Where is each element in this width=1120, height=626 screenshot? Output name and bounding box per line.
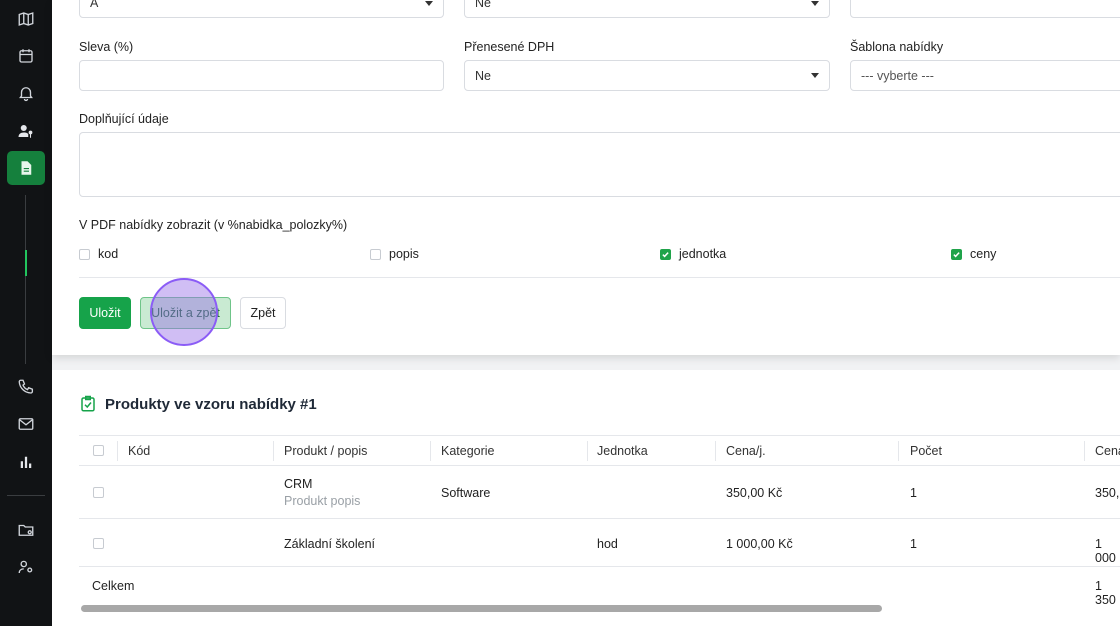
discount-label: Sleva (%) bbox=[79, 40, 134, 54]
checkbox-label: jednotka bbox=[679, 247, 727, 261]
select-row0-col1-value: A bbox=[90, 0, 99, 10]
column-header-product[interactable]: Produkt / popis bbox=[284, 444, 367, 458]
bell-icon[interactable] bbox=[7, 76, 45, 110]
products-title: Produkty ve vzoru nabídky #1 bbox=[105, 396, 317, 413]
pdf-show-label: V PDF nabídky zobrazit (v %nabidka_poloz… bbox=[79, 218, 348, 232]
total-value: 1 350 bbox=[1095, 579, 1116, 607]
folder-icon[interactable] bbox=[7, 513, 45, 547]
row-unit-price: 350,00 Kč bbox=[726, 486, 783, 500]
column-header-qty[interactable]: Počet bbox=[910, 444, 942, 458]
phone-icon[interactable] bbox=[7, 370, 45, 404]
column-header-price[interactable]: Cena bbox=[1095, 444, 1120, 458]
checkbox-box[interactable] bbox=[370, 248, 381, 260]
vat-label: Přenesené DPH bbox=[464, 40, 555, 54]
column-header-unit[interactable]: Jednotka bbox=[597, 444, 648, 458]
column-header-unit-price[interactable]: Cena/j. bbox=[726, 444, 766, 458]
checkbox-ceny[interactable]: ceny bbox=[951, 247, 996, 261]
chevron-down-icon bbox=[425, 1, 433, 6]
extra-label: Doplňující údaje bbox=[79, 112, 169, 126]
checkbox-kod[interactable]: kod bbox=[79, 247, 118, 261]
extra-textarea[interactable] bbox=[79, 132, 1120, 197]
row-unit-price: 1 000,00 Kč bbox=[726, 537, 793, 551]
row-category: Software bbox=[441, 486, 491, 500]
vat-select-value: Ne bbox=[475, 68, 491, 83]
checkbox-popis[interactable]: popis bbox=[370, 247, 419, 261]
checkbox-label: popis bbox=[389, 247, 419, 261]
checkbox-label: ceny bbox=[970, 247, 997, 261]
map-icon[interactable] bbox=[7, 2, 45, 36]
row-unit: hod bbox=[597, 537, 618, 551]
select-row0-col2-value: Ne bbox=[475, 0, 491, 10]
template-select[interactable]: --- vyberte --- bbox=[850, 60, 1120, 91]
select-row0-col2[interactable]: Ne bbox=[464, 0, 830, 18]
form-divider bbox=[79, 277, 1120, 278]
clipboard-check-icon bbox=[79, 395, 97, 413]
row-description: Produkt popis bbox=[284, 494, 361, 508]
row-product: CRM bbox=[284, 477, 313, 491]
sidebar bbox=[0, 0, 52, 626]
input-row0-col3[interactable] bbox=[850, 0, 1120, 18]
mail-icon[interactable] bbox=[7, 407, 45, 441]
checkbox-label: kod bbox=[98, 247, 119, 261]
template-label: Šablona nabídky bbox=[850, 40, 944, 54]
row-price: 350, bbox=[1095, 486, 1120, 500]
back-button[interactable]: Zpět bbox=[240, 297, 286, 329]
user-settings-icon[interactable] bbox=[7, 550, 45, 584]
row-qty: 1 bbox=[910, 486, 917, 500]
discount-input[interactable] bbox=[79, 60, 444, 91]
row-product: Základní školení bbox=[284, 537, 376, 551]
select-all-checkbox[interactable] bbox=[93, 445, 104, 456]
user-key-icon[interactable] bbox=[7, 114, 45, 148]
select-row0-col1[interactable]: A bbox=[79, 0, 444, 18]
document-icon[interactable] bbox=[7, 151, 45, 185]
total-label: Celkem bbox=[92, 579, 135, 593]
chart-icon[interactable] bbox=[7, 445, 45, 479]
column-header-category[interactable]: Kategorie bbox=[441, 444, 495, 458]
row-checkbox[interactable] bbox=[93, 538, 104, 549]
chevron-down-icon bbox=[811, 73, 819, 78]
horizontal-scrollbar[interactable] bbox=[81, 605, 882, 612]
row-qty: 1 bbox=[910, 537, 917, 551]
vat-select[interactable]: Ne bbox=[464, 60, 830, 91]
checkbox-checked-icon[interactable] bbox=[660, 248, 671, 260]
checkbox-box[interactable] bbox=[79, 248, 90, 260]
column-header-code[interactable]: Kód bbox=[128, 444, 150, 458]
click-indicator bbox=[150, 278, 218, 346]
row-checkbox[interactable] bbox=[93, 487, 104, 498]
save-button[interactable]: Uložit bbox=[79, 297, 131, 329]
checkbox-checked-icon[interactable] bbox=[951, 248, 962, 260]
checkbox-jednotka[interactable]: jednotka bbox=[660, 247, 726, 261]
chevron-down-icon bbox=[811, 1, 819, 6]
template-select-value: --- vyberte --- bbox=[861, 68, 934, 83]
row-price: 1 000 bbox=[1095, 537, 1116, 565]
calendar-icon[interactable] bbox=[7, 39, 45, 73]
